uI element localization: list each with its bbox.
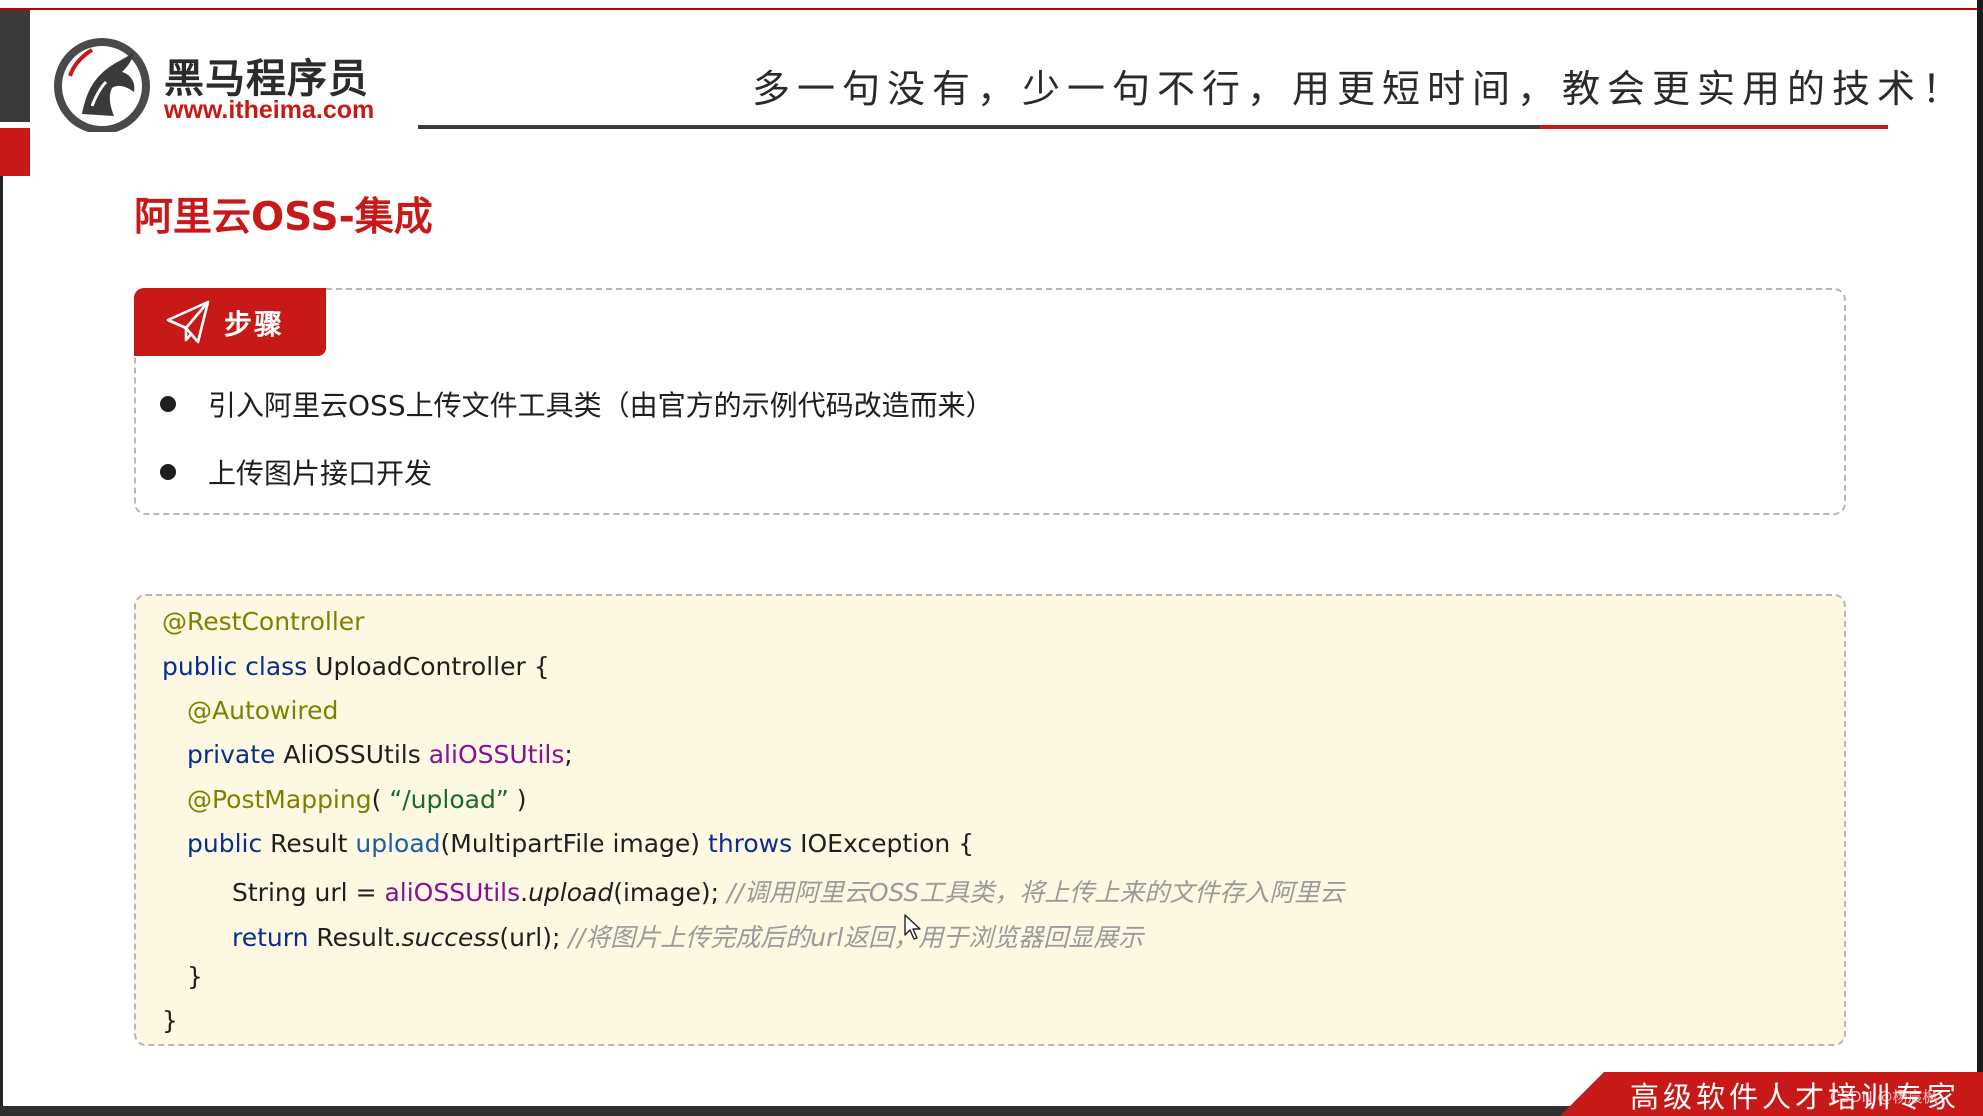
code-line-6: public Result upload(MultipartFile image… [187, 829, 974, 858]
call-args: (url); [499, 923, 569, 952]
code-line-9: } [187, 962, 203, 991]
slide-page: 黑马程序员 www.itheima.com 多一句没有，少一句不行，用更短时间，… [0, 0, 1983, 1116]
method-params: (MultipartFile image) [440, 829, 709, 858]
code-comment: //调用阿里云OSS工具类，将上传上来的文件存入阿里云 [726, 878, 1345, 907]
result-ref: Result. [308, 923, 402, 952]
paren-close: ) [508, 785, 527, 814]
code-line-2: public class UploadController { [162, 652, 550, 681]
annotation: @Autowired [187, 696, 339, 725]
call-args: (image); [613, 878, 727, 907]
list-item: 上传图片接口开发 [160, 452, 432, 492]
code-line-4: private AliOSSUtils aliOSSUtils; [187, 740, 573, 769]
dot: . [520, 878, 529, 907]
horse-logo-icon [54, 38, 150, 132]
list-item: 引入阿里云OSS上传文件工具类（由官方的示例代码改造而来） [160, 384, 994, 424]
code-line-5: @PostMapping( “/upload” ) [187, 785, 527, 814]
annotation: @RestController [162, 607, 365, 636]
mouse-cursor-icon [904, 914, 921, 940]
top-strip [0, 0, 1983, 10]
code-line-8: return Result.success(url); //将图片上传完成后的u… [232, 918, 1143, 954]
left-dark-bar [0, 10, 30, 122]
left-red-block [0, 128, 30, 176]
keyword: public [187, 829, 263, 858]
code-line-7: String url = aliOSSUtils.upload(image); … [232, 873, 1344, 909]
field-name: aliOSSUtils [428, 740, 565, 769]
method-call: success [401, 923, 500, 952]
steps-tag-label: 步骤 [224, 308, 285, 341]
code-line-10: } [162, 1006, 178, 1035]
keyword: public class [162, 652, 308, 681]
bullet-dot [160, 464, 176, 480]
right-edge [1977, 0, 1983, 1116]
annotation: @PostMapping [187, 785, 372, 814]
logo-url: www.itheima.com [164, 96, 375, 124]
method-name: upload [355, 829, 441, 858]
method-call: upload [528, 878, 614, 907]
bullet-dot [160, 396, 176, 412]
left-edge [0, 176, 3, 1116]
field-type: AliOSSUtils [275, 740, 429, 769]
keyword: throws [708, 829, 793, 858]
string-literal: “/upload” [389, 785, 509, 814]
keyword: return [232, 923, 309, 952]
header-divider-dark [418, 125, 1540, 129]
field-ref: aliOSSUtils [384, 878, 521, 907]
exception-type: IOException { [792, 829, 975, 858]
closing-brace: } [162, 1006, 178, 1035]
paper-plane-icon [166, 300, 210, 344]
statement: String url = [232, 878, 385, 907]
return-type: Result [262, 829, 356, 858]
semicolon: ; [564, 740, 573, 769]
watermark: CSDN @杨宸枫 [1830, 1088, 1938, 1106]
section-title: 阿里云OSS-集成 [134, 195, 433, 240]
steps-tag: 步骤 [134, 288, 326, 356]
keyword: private [187, 740, 276, 769]
step-text: 引入阿里云OSS上传文件工具类（由官方的示例代码改造而来） [208, 389, 994, 422]
slogan: 多一句没有，少一句不行，用更短时间，教会更实用的技术！ [752, 67, 1968, 111]
code-line-1: @RestController [162, 607, 364, 636]
class-name: UploadController { [307, 652, 550, 681]
paren-open: ( [371, 785, 390, 814]
brand-logo: 黑马程序员 www.itheima.com [52, 36, 382, 136]
code-line-3: @Autowired [187, 696, 338, 725]
header-divider-red [1540, 125, 1888, 129]
step-text: 上传图片接口开发 [208, 457, 433, 490]
code-comment: //将图片上传完成后的url返回，用于浏览器回显展示 [568, 923, 1144, 952]
closing-brace: } [187, 962, 203, 991]
